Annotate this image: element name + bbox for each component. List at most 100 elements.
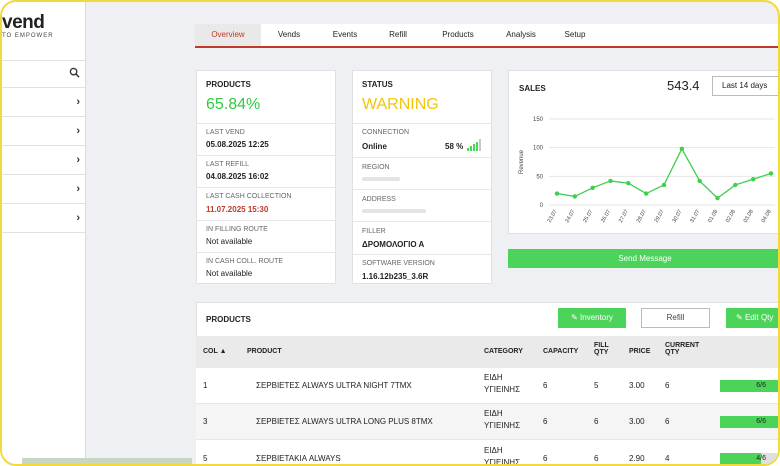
- sidebar-item-1[interactable]: ›: [2, 88, 86, 117]
- row-col: 3: [203, 417, 208, 426]
- tab-vends[interactable]: Vends: [261, 24, 317, 46]
- sidebar-search[interactable]: [2, 60, 86, 88]
- tab-overview[interactable]: Overview: [195, 24, 261, 46]
- address-label: ADDRESS: [362, 196, 396, 203]
- last-refill-value: 04.08.2025 16:02: [206, 172, 269, 181]
- tab-refill[interactable]: Refill: [373, 24, 423, 46]
- x-tick-label: 28.07: [636, 209, 648, 224]
- sidebar-item-4[interactable]: ›: [2, 175, 86, 204]
- products-percent: 65.84%: [206, 96, 261, 113]
- x-tick-label: 30.07: [671, 209, 683, 224]
- sidebar-item-2[interactable]: ›: [2, 117, 86, 146]
- connection-label: CONNECTION: [362, 129, 410, 136]
- filler-value: ΔΡΟΜΟΛΟΓΙΟ Α: [362, 240, 425, 249]
- capacity-header[interactable]: CAPACITY: [543, 348, 578, 355]
- y-axis-label: Revenue: [519, 149, 525, 174]
- status-card-title: STATUS: [362, 80, 393, 89]
- sidebar-item-5[interactable]: ›: [2, 204, 86, 233]
- send-message-button[interactable]: Send Message: [508, 249, 778, 268]
- tab-analysis[interactable]: Analysis: [493, 24, 549, 46]
- row-category: ΕΙΔΗ ΥΓΙΕΙΝΗΣ: [484, 409, 521, 430]
- chevron-right-icon: ›: [76, 154, 80, 166]
- software-label: SOFTWARE VERSION: [362, 260, 435, 267]
- inventory-button[interactable]: ✎ Inventory: [558, 308, 626, 328]
- row-price: 3.00: [629, 417, 645, 426]
- y-tick-label: 100: [533, 146, 544, 152]
- connection-value: Online: [362, 142, 387, 151]
- tab-setup[interactable]: Setup: [549, 24, 601, 46]
- x-tick-label: 03.08: [743, 209, 755, 224]
- data-point: [715, 195, 720, 201]
- search-icon[interactable]: [69, 67, 80, 78]
- data-point: [626, 181, 631, 186]
- logo: vend: [2, 12, 45, 33]
- data-point: [643, 191, 649, 196]
- row-category: ΕΙΔΗ ΥΓΙΕΙΝΗΣ: [484, 446, 521, 466]
- row-price: 3.00: [629, 381, 645, 390]
- sidebar-item-3[interactable]: ›: [2, 146, 86, 175]
- products-table-title: PRODUCTS: [206, 315, 251, 324]
- x-tick-label: 23.07: [547, 209, 559, 224]
- region-value-redacted: [362, 177, 400, 181]
- filler-label: FILLER: [362, 228, 386, 235]
- edit-qty-button[interactable]: ✎ Edit Qty: [726, 308, 778, 328]
- chevron-right-icon: ›: [76, 212, 80, 224]
- tab-events[interactable]: Events: [317, 24, 373, 46]
- data-point: [697, 178, 702, 184]
- x-tick-label: 31.07: [689, 209, 701, 224]
- qty-progress-bar: 6/6: [720, 380, 778, 392]
- last-refill-label: LAST REFILL: [206, 161, 250, 168]
- chevron-right-icon: ›: [76, 96, 80, 108]
- tab-bar: Overview Vends Events Refill Products An…: [195, 24, 778, 48]
- qty-progress-bar: 6/6: [720, 416, 778, 428]
- current-qty-header[interactable]: CURRENT QTY: [665, 342, 705, 356]
- data-point: [572, 194, 578, 199]
- row-product: ΣΕΡΒΙΕΤΑΚΙΑ ALWAYS: [256, 454, 341, 463]
- status-card: STATUS WARNING CONNECTION Online 58 % RE…: [352, 70, 492, 284]
- series-line: [556, 147, 772, 199]
- x-tick-label: 25.07: [582, 209, 594, 224]
- signal-bars-icon: [467, 139, 481, 151]
- sidebar-footer: [22, 458, 192, 464]
- filling-route-value: Not available: [206, 237, 253, 246]
- row-current: 6: [665, 381, 670, 390]
- data-point: [608, 178, 613, 184]
- fill-qty-header[interactable]: FILL QTY: [594, 342, 618, 356]
- row-product: ΣΕΡΒΙΕΤΕΣ ALWAYS ULTRA NIGHT 7TMX: [256, 381, 412, 390]
- row-category: ΕΙΔΗ ΥΓΙΕΙΝΗΣ: [484, 373, 521, 394]
- sales-card: SALES 543.4 Last 14 days 0 50 100 150 Revenu…: [508, 70, 778, 234]
- x-tick-label: 27.07: [618, 209, 630, 224]
- filling-route-label: IN FILLING ROUTE: [206, 226, 268, 233]
- qty-progress-track: 4/6: [720, 453, 778, 464]
- x-tick-label: 26.07: [600, 209, 612, 224]
- inventory-button-label: Inventory: [580, 313, 613, 322]
- product-header[interactable]: PRODUCT: [247, 348, 282, 355]
- region-label: REGION: [362, 164, 390, 171]
- x-tick-label: 04.08: [761, 209, 773, 224]
- refill-button[interactable]: Refill: [641, 308, 710, 328]
- data-point: [768, 171, 774, 176]
- price-header[interactable]: PRICE: [629, 348, 650, 355]
- data-point: [679, 146, 685, 152]
- sidebar: vend TO EMPOWER › › › › ›: [2, 2, 86, 464]
- row-current: 6: [665, 417, 670, 426]
- chevron-right-icon: ›: [76, 125, 80, 137]
- tab-products[interactable]: Products: [423, 24, 493, 46]
- x-tick-label: 01.08: [707, 209, 719, 224]
- row-price: 2.90: [629, 454, 645, 463]
- status-value: WARNING: [362, 96, 439, 113]
- row-current: 4: [665, 454, 670, 463]
- chevron-right-icon: ›: [76, 183, 80, 195]
- y-tick-label: 50: [536, 174, 543, 180]
- edit-qty-button-label: Edit Qty: [744, 313, 774, 322]
- date-range-select[interactable]: Last 14 days: [712, 76, 778, 96]
- last-cash-label: LAST CASH COLLECTION: [206, 193, 292, 200]
- col-header[interactable]: COL ▲: [203, 348, 227, 355]
- row-fill: 5: [594, 381, 599, 390]
- sales-total: 543.4: [667, 78, 700, 93]
- data-point: [661, 182, 667, 188]
- x-tick-label: 24.07: [564, 209, 576, 224]
- data-point: [750, 177, 756, 182]
- signal-value: 58 %: [445, 142, 464, 151]
- category-header[interactable]: CATEGORY: [484, 348, 523, 355]
